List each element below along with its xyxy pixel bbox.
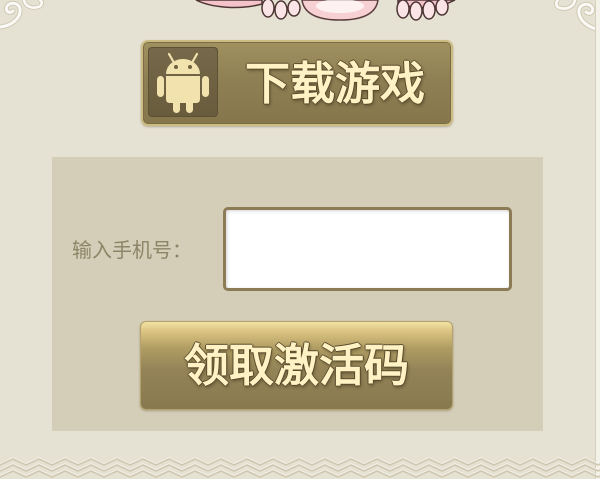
- phone-input[interactable]: [223, 207, 512, 291]
- activation-form-panel: 输入手机号： 领取激活码: [52, 157, 543, 431]
- claim-activation-code-button[interactable]: 领取激活码: [140, 321, 453, 410]
- page: { "download": { "label": "下载游戏", "icon":…: [0, 0, 600, 479]
- character-illustration: [195, 0, 456, 21]
- right-edge-border: [595, 0, 600, 479]
- download-game-button[interactable]: 下载游戏: [141, 40, 453, 126]
- android-icon: [148, 47, 218, 117]
- claim-activation-code-label: 领取激活码: [183, 339, 409, 392]
- android-robot-glyph: [157, 52, 209, 113]
- download-game-label: 下载游戏: [244, 56, 425, 110]
- corner-ornament-left: [0, 0, 44, 30]
- phone-label: 输入手机号：: [72, 238, 192, 262]
- zigzag-line: [0, 470, 600, 478]
- top-decoration: [0, 0, 600, 33]
- bottom-zigzag-border: [0, 457, 600, 478]
- corner-ornament-right: [554, 0, 600, 33]
